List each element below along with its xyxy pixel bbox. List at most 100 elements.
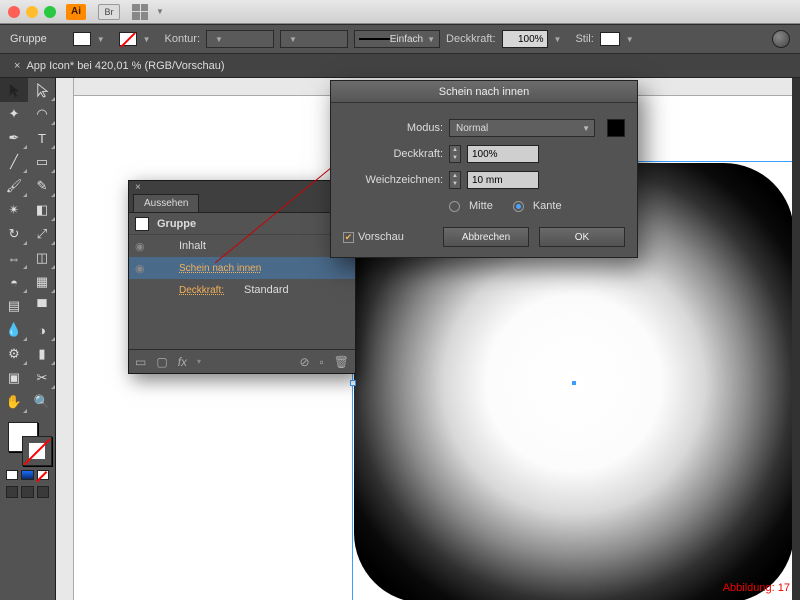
free-transform-tool[interactable]: ◫ bbox=[28, 246, 56, 270]
new-fill-button[interactable]: ▢ bbox=[156, 355, 167, 369]
recolor-button[interactable] bbox=[772, 30, 790, 48]
rotate-tool[interactable]: ↻ bbox=[0, 222, 28, 246]
scale-tool[interactable]: ⤢ bbox=[28, 222, 56, 246]
close-tab-button[interactable]: × bbox=[14, 60, 20, 72]
screen-mode-normal[interactable] bbox=[6, 486, 18, 498]
glow-color-swatch[interactable] bbox=[607, 119, 625, 137]
resize-handle[interactable] bbox=[350, 380, 356, 386]
minimize-window-button[interactable] bbox=[26, 6, 38, 18]
slice-tool[interactable]: ✂ bbox=[28, 366, 56, 390]
figure-caption: Abbildung: 17 bbox=[723, 582, 790, 594]
stroke-swatch[interactable] bbox=[119, 32, 137, 46]
document-tab-strip: × App Icon* bei 420,01 % (RGB/Vorschau) bbox=[0, 54, 800, 78]
column-graph-tool[interactable]: ▮ bbox=[28, 342, 56, 366]
stroke-weight-dropdown[interactable]: ▼ bbox=[206, 30, 274, 48]
fill-stroke-control[interactable] bbox=[6, 420, 49, 466]
opacity-stepper[interactable]: ▲▼ bbox=[449, 145, 461, 163]
new-stroke-button[interactable]: ▭ bbox=[135, 355, 146, 369]
center-radio[interactable] bbox=[449, 201, 460, 212]
pen-tool[interactable]: ✒ bbox=[0, 126, 28, 150]
edge-radio[interactable] bbox=[513, 201, 524, 212]
delete-item-button[interactable]: 🗑 bbox=[334, 355, 349, 369]
stroke-indicator[interactable] bbox=[22, 436, 52, 466]
lasso-tool[interactable]: ◠ bbox=[28, 102, 56, 126]
visibility-toggle[interactable]: ◉ bbox=[135, 262, 149, 275]
app-logo-icon: Ai bbox=[66, 4, 86, 20]
appearance-panel[interactable]: × Aussehen ▾≡ Gruppe ◉ Inhalt ◉ Schein n… bbox=[128, 180, 356, 374]
arrange-documents-button[interactable] bbox=[132, 4, 148, 20]
zoom-window-button[interactable] bbox=[44, 6, 56, 18]
center-point-icon bbox=[572, 381, 576, 385]
gradient-tool[interactable]: ▀ bbox=[28, 294, 56, 318]
close-window-button[interactable] bbox=[8, 6, 20, 18]
mode-label: Modus: bbox=[343, 122, 443, 134]
zoom-tool[interactable]: 🔍 bbox=[28, 390, 56, 414]
mesh-tool[interactable]: ▤ bbox=[0, 294, 28, 318]
gradient-mode-button[interactable] bbox=[21, 470, 33, 480]
screen-mode-full[interactable] bbox=[21, 486, 33, 498]
pencil-tool[interactable]: ✎ bbox=[28, 174, 56, 198]
eraser-tool[interactable]: ◧ bbox=[28, 198, 56, 222]
inner-glow-dialog[interactable]: Schein nach innen Modus: Normal▼ Deckkra… bbox=[330, 80, 638, 258]
appearance-contents-row[interactable]: ◉ Inhalt bbox=[129, 235, 355, 257]
color-mode-button[interactable] bbox=[6, 470, 18, 480]
screen-mode-presentation[interactable] bbox=[37, 486, 49, 498]
ok-button[interactable]: OK bbox=[539, 227, 625, 247]
appearance-effect-link[interactable]: Schein nach innen bbox=[179, 263, 261, 274]
right-panel-strip bbox=[792, 78, 800, 600]
mode-dropdown[interactable]: Normal▼ bbox=[449, 119, 595, 137]
edge-radio-label: Kante bbox=[533, 200, 562, 212]
mode-value: Normal bbox=[456, 123, 488, 134]
duplicate-item-button[interactable]: ▫ bbox=[320, 355, 324, 369]
blob-brush-tool[interactable]: ✴ bbox=[0, 198, 28, 222]
symbol-sprayer-tool[interactable]: ⚙ bbox=[0, 342, 28, 366]
hand-tool[interactable]: ✋ bbox=[0, 390, 28, 414]
magic-wand-tool[interactable]: ✦ bbox=[0, 102, 28, 126]
width-tool[interactable]: ⇔ bbox=[0, 246, 28, 270]
opacity-label: Deckkraft: bbox=[446, 33, 496, 45]
appearance-target-label: Gruppe bbox=[157, 218, 196, 230]
appearance-target-row: Gruppe bbox=[129, 213, 355, 235]
shape-builder-tool[interactable]: ◓ bbox=[0, 270, 28, 294]
cancel-button[interactable]: Abbrechen bbox=[443, 227, 529, 247]
bridge-button[interactable]: Br bbox=[98, 4, 120, 20]
panel-grip[interactable]: × bbox=[129, 181, 355, 193]
appearance-effect-row[interactable]: ◉ Schein nach innen bbox=[129, 257, 355, 279]
visibility-toggle[interactable]: ◉ bbox=[135, 240, 149, 253]
rectangle-tool[interactable]: ▭ bbox=[28, 150, 56, 174]
eyedropper-tool[interactable]: 💧 bbox=[0, 318, 28, 342]
line-tool[interactable]: ╱ bbox=[0, 150, 28, 174]
stroke-label: Kontur: bbox=[165, 33, 200, 45]
artboard-tool[interactable]: ▣ bbox=[0, 366, 28, 390]
blend-tool[interactable]: ◑ bbox=[28, 318, 56, 342]
brush-dropdown[interactable]: ▼ bbox=[280, 30, 348, 48]
paintbrush-tool[interactable]: 🖌 bbox=[0, 174, 28, 198]
type-tool[interactable]: T bbox=[28, 126, 56, 150]
perspective-grid-tool[interactable]: ▦ bbox=[28, 270, 56, 294]
appearance-opacity-link[interactable]: Deckkraft: bbox=[179, 285, 224, 296]
opacity-input[interactable]: 100% bbox=[502, 30, 548, 48]
fill-swatch[interactable] bbox=[73, 32, 91, 46]
stroke-profile-label: Einfach bbox=[390, 34, 423, 45]
clear-appearance-button[interactable]: ⊘ bbox=[299, 355, 309, 369]
dialog-opacity-label: Deckkraft: bbox=[343, 148, 443, 160]
document-tab[interactable]: App Icon* bei 420,01 % (RGB/Vorschau) bbox=[26, 60, 224, 72]
panel-footer: ▭ ▢ fx ▾ ⊘ ▫ 🗑 bbox=[129, 349, 355, 373]
blur-label: Weichzeichnen: bbox=[343, 174, 443, 186]
vertical-ruler[interactable] bbox=[56, 78, 74, 600]
tools-panel: ✦ ◠ ✒ T ╱ ▭ 🖌 ✎ ✴ ◧ ↻ ⤢ ⇔ ◫ ◓ ▦ ▤ ▀ 💧 ◑ … bbox=[0, 78, 56, 600]
appearance-opacity-row[interactable]: Deckkraft: Standard bbox=[129, 279, 355, 301]
panel-tab-appearance[interactable]: Aussehen bbox=[133, 194, 199, 212]
style-swatch[interactable] bbox=[600, 32, 620, 46]
chevron-down-icon: ▼ bbox=[143, 35, 151, 44]
direct-selection-tool[interactable] bbox=[28, 78, 56, 102]
chevron-down-icon: ▼ bbox=[554, 35, 562, 44]
blur-field[interactable]: 10 mm bbox=[467, 171, 539, 189]
blur-stepper[interactable]: ▲▼ bbox=[449, 171, 461, 189]
none-mode-button[interactable] bbox=[37, 470, 49, 480]
stroke-profile-dropdown[interactable]: Einfach▼ bbox=[354, 30, 440, 48]
opacity-field[interactable]: 100% bbox=[467, 145, 539, 163]
selection-tool[interactable] bbox=[0, 78, 28, 102]
preview-checkbox[interactable]: ✔ bbox=[343, 232, 354, 243]
add-effect-button[interactable]: fx bbox=[178, 355, 187, 369]
